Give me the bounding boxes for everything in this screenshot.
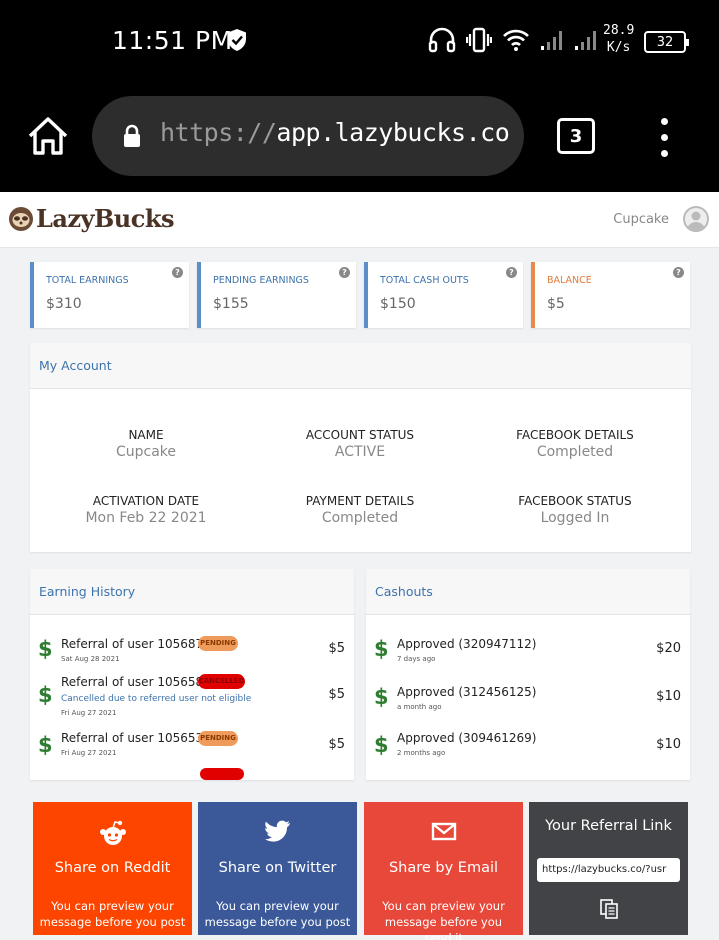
list-item: $ Approved (312456125) a month ago $10 [374,685,681,711]
browser-toolbar: https://app.lazybucks.co 3 [0,84,719,192]
help-icon[interactable]: ? [506,267,517,278]
help-icon[interactable]: ? [673,267,684,278]
user-avatar-icon[interactable] [683,206,709,232]
user-menu[interactable]: Cupcake [613,206,709,232]
share-twitter-button[interactable]: Share on Twitter You can preview your me… [198,802,357,935]
help-icon[interactable]: ? [339,267,350,278]
signal-icon [575,31,596,50]
list-item: $ Approved (309461269) 2 months ago $10 [374,731,681,757]
stat-total-earnings: TOTAL EARNINGS $310 ? [30,262,189,328]
headphones-icon [428,27,456,53]
stat-total-cash-outs: TOTAL CASH OUTS $150 ? [364,262,523,328]
list-item: $ Referral of user 105653 PENDING Fri Au… [38,731,345,757]
mail-icon [431,822,456,841]
referral-link-input[interactable]: https://lazybucks.co/?usr [537,858,680,882]
help-icon[interactable]: ? [172,267,183,278]
account-field-status: ACCOUNT STATUS ACTIVE [305,428,415,460]
reddit-icon [99,820,126,845]
status-badge: CANCELLED [198,674,245,689]
account-field-facebook-details: FACEBOOK DETAILS Completed [516,428,634,460]
stat-balance: BALANCE $5 ? [531,262,690,328]
list-item: $ Referral of user 105687 PENDING Sat Au… [38,636,345,663]
dollar-icon: $ [374,733,389,757]
dollar-icon: $ [374,685,389,709]
dollar-icon: $ [38,733,53,757]
sloth-logo-icon [9,206,33,231]
my-account-panel: My Account NAME Cupcake ACCOUNT STATUS A… [30,343,691,552]
panel-title: Earning History [30,569,354,615]
share-reddit-button[interactable]: Share on Reddit You can preview your mes… [33,802,192,935]
status-badge: PENDING [198,636,238,651]
dollar-icon: $ [38,637,53,661]
panel-title: My Account [30,343,691,389]
clock: 11:51 PM [112,26,233,55]
tile-description: You can preview your message before you … [39,899,186,929]
tab-switcher-button[interactable]: 3 [557,118,595,154]
lock-icon [124,124,140,147]
dollar-icon: $ [38,683,53,707]
more-vert-icon[interactable] [656,118,672,158]
username: Cupcake [613,211,669,227]
shield-check-icon [228,29,246,51]
tile-title: Your Referral Link [545,818,672,834]
stat-pending-earnings: PENDING EARNINGS $155 ? [197,262,356,328]
signal-icon [541,31,562,50]
list-item: $ Approved (320947112) 7 days ago $20 [374,637,681,663]
network-speed: 28.9 K/s [603,23,635,55]
account-field-facebook-status: FACEBOOK STATUS Logged In [518,494,632,526]
status-badge [200,768,244,780]
vibrate-icon [466,27,492,53]
account-field-payment-details: PAYMENT DETAILS Completed [305,494,415,526]
tile-description: You can preview your message before you … [382,899,505,940]
brand-logo[interactable]: LazyBucks [8,204,175,233]
twitter-icon [264,820,290,842]
copy-icon[interactable] [598,898,620,920]
battery-indicator: 32 [644,31,689,53]
panel-title: Cashouts [366,569,690,615]
account-field-name: NAME Cupcake [115,428,177,460]
earning-history-panel: Earning History $ Referral of user 10568… [30,569,354,780]
cashouts-panel: Cashouts $ Approved (320947112) 7 days a… [366,569,690,780]
share-email-button[interactable]: Share by Email You can preview your mess… [364,802,523,940]
app-header: LazyBucks Cupcake [0,192,719,248]
brand-name: LazyBucks [36,204,175,233]
tile-title: Share by Email [388,860,499,876]
address-bar[interactable]: https://app.lazybucks.co [92,96,524,176]
dollar-icon: $ [374,637,389,661]
tile-title: Share on Twitter [218,860,337,876]
list-item: $ Referral of user 105658 CANCELLED Canc… [38,674,345,717]
account-field-activation-date: ACTIVATION DATE Mon Feb 22 2021 [85,494,207,526]
status-bar: 11:51 PM 28.9 K/s 32 [0,0,719,84]
tile-title: Share on Reddit [54,860,171,876]
status-badge: PENDING [198,731,238,746]
wifi-icon [503,29,529,51]
tile-description: You can preview your message before you … [204,899,351,929]
status-icons [428,24,598,56]
home-icon[interactable] [27,116,69,156]
referral-link-card: Your Referral Link https://lazybucks.co/… [529,802,688,935]
url-text[interactable]: https://app.lazybucks.co [160,118,510,147]
